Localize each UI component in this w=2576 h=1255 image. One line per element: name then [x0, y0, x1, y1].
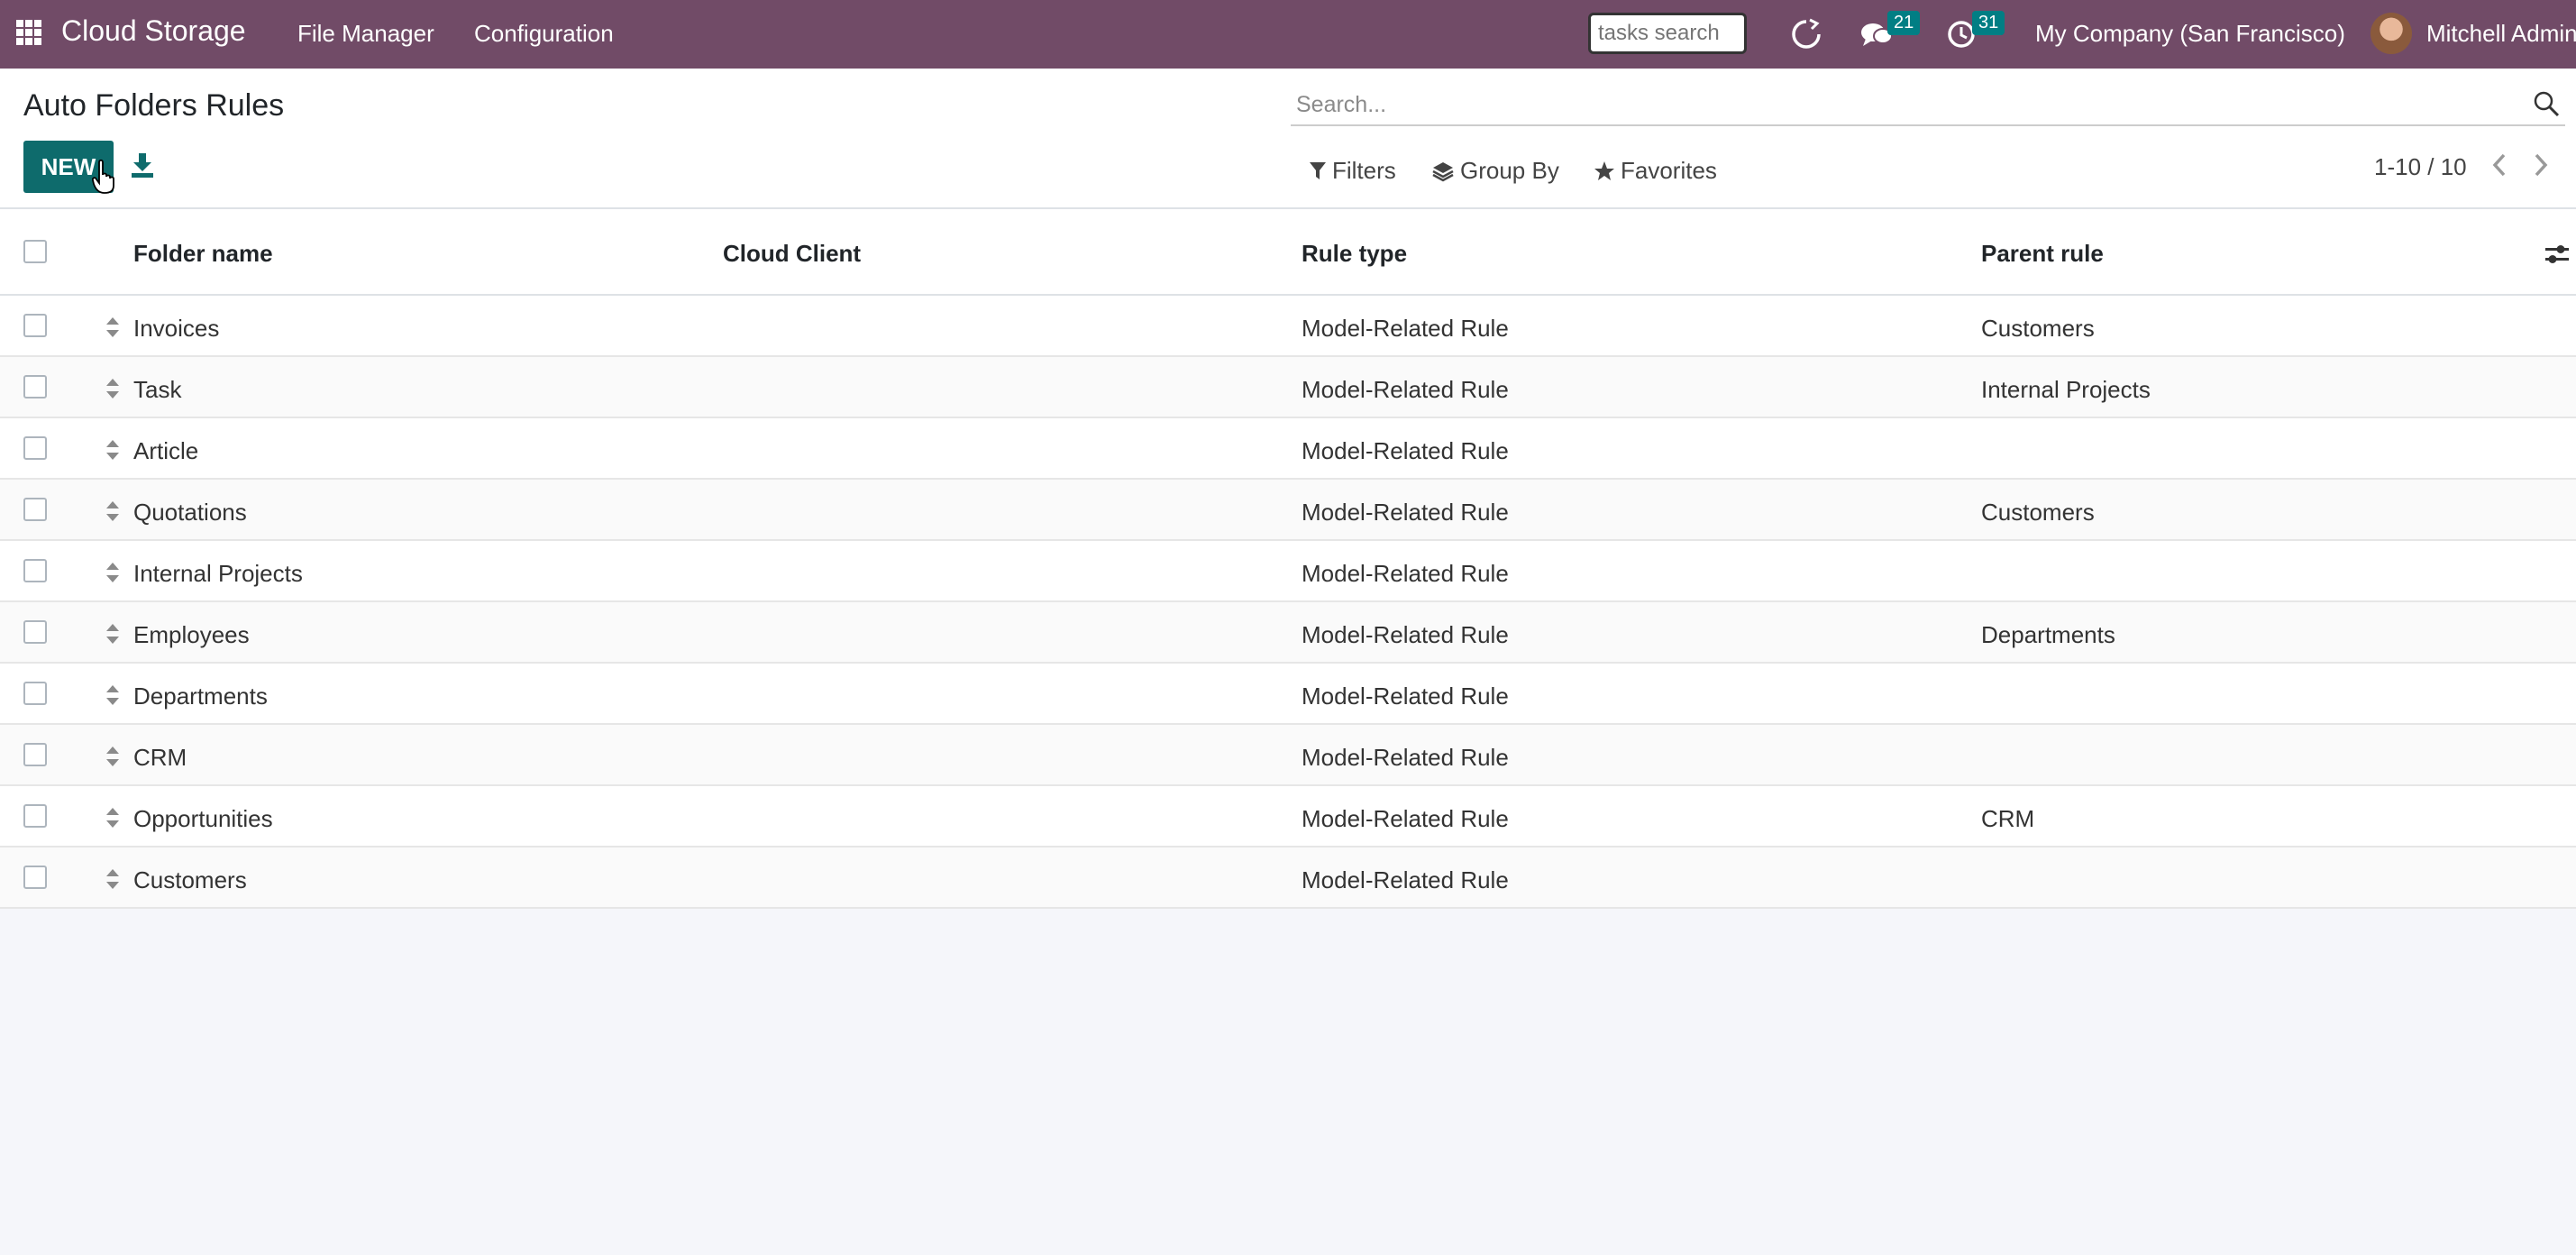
column-settings-icon[interactable]	[2544, 242, 2571, 267]
drag-handle-icon[interactable]	[105, 377, 121, 400]
cell-folder-name: Quotations	[133, 499, 247, 526]
row-checkbox[interactable]	[23, 498, 47, 521]
cell-folder-name: Task	[133, 376, 182, 403]
cell-rule-type: Model-Related Rule	[1302, 499, 1509, 526]
cell-folder-name: Internal Projects	[133, 560, 303, 587]
search-input[interactable]	[1296, 88, 2504, 121]
row-checkbox[interactable]	[23, 559, 47, 582]
row-checkbox[interactable]	[23, 314, 47, 337]
drag-handle-icon[interactable]	[105, 438, 121, 462]
drag-handle-icon[interactable]	[105, 622, 121, 646]
top-navbar: Cloud Storage File Manager Configuration…	[0, 0, 2576, 69]
row-checkbox[interactable]	[23, 375, 47, 398]
pager-next-icon[interactable]	[2529, 151, 2553, 179]
row-checkbox[interactable]	[23, 620, 47, 644]
table-header: Folder name Cloud Client Rule type Paren…	[0, 209, 2576, 296]
favorites-button[interactable]: Favorites	[1594, 157, 1717, 185]
table-row[interactable]: Article Model-Related Rule	[0, 418, 2576, 480]
cell-rule-type: Model-Related Rule	[1302, 621, 1509, 648]
cell-folder-name: Customers	[133, 866, 247, 893]
page-title: Auto Folders Rules	[23, 88, 285, 123]
user-avatar[interactable]	[2370, 13, 2412, 54]
row-checkbox[interactable]	[23, 436, 47, 460]
cell-parent-rule: Departments	[1981, 621, 2115, 648]
drag-handle-icon[interactable]	[105, 561, 121, 584]
drag-handle-icon[interactable]	[105, 499, 121, 523]
cell-folder-name: Opportunities	[133, 805, 273, 832]
drag-handle-icon[interactable]	[105, 316, 121, 339]
table-row[interactable]: Task Model-Related Rule Internal Project…	[0, 357, 2576, 418]
company-switcher[interactable]: My Company (San Francisco)	[2035, 20, 2345, 48]
download-icon[interactable]	[130, 151, 155, 179]
cell-parent-rule: Internal Projects	[1981, 376, 2151, 403]
favorites-label: Favorites	[1621, 157, 1717, 184]
cell-rule-type: Model-Related Rule	[1302, 744, 1509, 771]
search-icon[interactable]	[2533, 90, 2560, 117]
cell-parent-rule: Customers	[1981, 315, 2095, 342]
table-row[interactable]: Quotations Model-Related Rule Customers	[0, 480, 2576, 541]
cell-rule-type: Model-Related Rule	[1302, 866, 1509, 893]
row-checkbox[interactable]	[23, 682, 47, 705]
layers-icon	[1432, 161, 1454, 181]
cell-rule-type: Model-Related Rule	[1302, 805, 1509, 832]
row-checkbox[interactable]	[23, 804, 47, 828]
discuss-refresh-icon[interactable]	[1788, 16, 1824, 52]
search-bar	[1291, 81, 2565, 126]
filters-button[interactable]: Filters	[1309, 157, 1396, 185]
cell-parent-rule: CRM	[1981, 805, 2035, 832]
header-parent-rule[interactable]: Parent rule	[1981, 240, 2104, 268]
drag-handle-icon[interactable]	[105, 806, 121, 829]
group-by-button[interactable]: Group By	[1431, 157, 1559, 185]
table-row[interactable]: Invoices Model-Related Rule Customers	[0, 296, 2576, 357]
cell-folder-name: CRM	[133, 744, 187, 771]
menu-configuration[interactable]: Configuration	[474, 20, 614, 48]
user-menu[interactable]: Mitchell Admin	[2426, 20, 2576, 48]
drag-handle-icon[interactable]	[105, 683, 121, 707]
hand-cursor-icon	[92, 159, 114, 194]
header-cloud-client[interactable]: Cloud Client	[723, 240, 861, 268]
messages-badge: 21	[1887, 11, 1921, 35]
apps-menu-icon[interactable]	[16, 20, 41, 45]
header-rule-type[interactable]: Rule type	[1302, 240, 1407, 268]
app-brand[interactable]: Cloud Storage	[61, 14, 246, 48]
control-panel: Auto Folders Rules NEW Filters Group By	[0, 69, 2576, 209]
tasks-search-input[interactable]	[1588, 13, 1747, 54]
table-row[interactable]: Internal Projects Model-Related Rule	[0, 541, 2576, 602]
drag-handle-icon[interactable]	[105, 745, 121, 768]
cell-rule-type: Model-Related Rule	[1302, 376, 1509, 403]
cell-rule-type: Model-Related Rule	[1302, 437, 1509, 464]
activities-badge: 31	[1972, 11, 2005, 35]
pager-value[interactable]: 1-10 / 10	[2374, 153, 2467, 181]
cell-parent-rule: Customers	[1981, 499, 2095, 526]
rules-table: Folder name Cloud Client Rule type Paren…	[0, 209, 2576, 909]
table-row[interactable]: Employees Model-Related Rule Departments	[0, 602, 2576, 664]
menu-file-manager[interactable]: File Manager	[297, 20, 434, 48]
row-checkbox[interactable]	[23, 866, 47, 889]
cell-folder-name: Article	[133, 437, 199, 464]
cell-rule-type: Model-Related Rule	[1302, 682, 1509, 710]
drag-handle-icon[interactable]	[105, 867, 121, 891]
cell-rule-type: Model-Related Rule	[1302, 560, 1509, 587]
table-row[interactable]: Customers Model-Related Rule	[0, 847, 2576, 909]
cell-rule-type: Model-Related Rule	[1302, 315, 1509, 342]
pager-previous-icon[interactable]	[2488, 151, 2511, 179]
cell-folder-name: Employees	[133, 621, 250, 648]
select-all-checkbox[interactable]	[23, 240, 47, 263]
cell-folder-name: Invoices	[133, 315, 220, 342]
table-row[interactable]: CRM Model-Related Rule	[0, 725, 2576, 786]
row-checkbox[interactable]	[23, 743, 47, 766]
filter-icon	[1310, 161, 1326, 179]
group-by-label: Group By	[1460, 157, 1559, 184]
filters-label: Filters	[1332, 157, 1396, 184]
star-icon	[1594, 160, 1614, 180]
table-row[interactable]: Opportunities Model-Related Rule CRM	[0, 786, 2576, 847]
table-body: Invoices Model-Related Rule Customers Ta…	[0, 296, 2576, 909]
cell-folder-name: Departments	[133, 682, 268, 710]
header-folder-name[interactable]: Folder name	[133, 240, 273, 268]
table-row[interactable]: Departments Model-Related Rule	[0, 664, 2576, 725]
